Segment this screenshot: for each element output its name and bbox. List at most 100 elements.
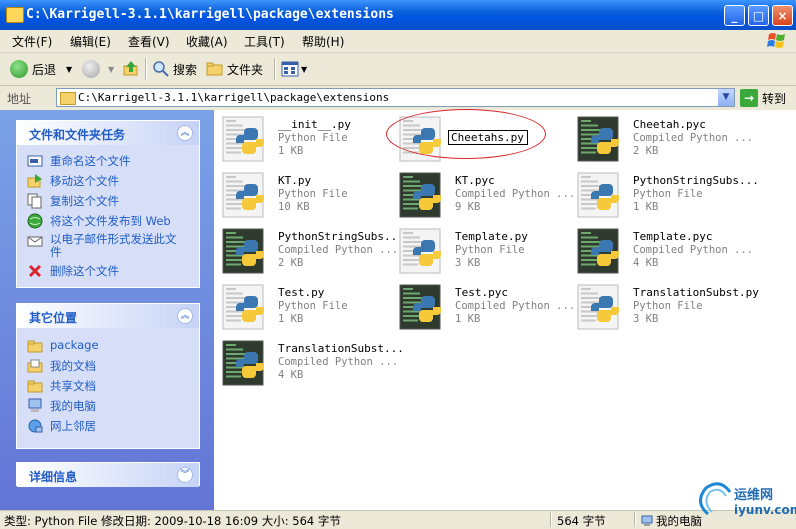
compiled-python-file-icon xyxy=(399,172,441,218)
views-icon xyxy=(281,61,299,77)
place-my-documents[interactable]: 我的文档 xyxy=(27,358,96,374)
task-pane: 文件和文件夹任务 ︽ 重命名这个文件 移动这个文件 复制这个文件 将这个文件发布… xyxy=(0,110,214,510)
go-button[interactable]: → 转到 xyxy=(740,89,786,107)
forward-button[interactable]: ▼ xyxy=(82,59,114,79)
minimize-button[interactable]: _ xyxy=(724,5,745,26)
menu-file[interactable]: 文件(F) xyxy=(12,33,52,50)
search-icon xyxy=(153,61,169,77)
views-dropdown-icon: ▼ xyxy=(301,64,308,74)
file-tasks-header[interactable]: 文件和文件夹任务 ︽ xyxy=(17,121,199,145)
task-move[interactable]: 移动这个文件 xyxy=(27,173,119,189)
file-item[interactable]: Test.py Python File 1 KB xyxy=(222,284,400,334)
file-item[interactable]: PythonStringSubs... Python File 1 KB xyxy=(577,172,759,222)
file-size: 4 KB xyxy=(633,257,659,269)
back-label: 后退 xyxy=(32,62,57,77)
file-item[interactable]: TranslationSubst... Compiled Python ... 4 … xyxy=(222,340,404,390)
file-size: 1 KB xyxy=(278,313,304,325)
watermark-url: iyunv.com xyxy=(734,503,796,517)
compiled-python-file-icon xyxy=(222,340,264,386)
file-type: Compiled Python ... xyxy=(278,356,399,368)
search-label: 搜索 xyxy=(173,62,198,77)
file-type: Python File xyxy=(455,244,525,256)
title-bar[interactable]: C:\Karrigell-3.1.1\karrigell\package\ext… xyxy=(0,0,796,30)
go-arrow-icon: → xyxy=(740,89,758,107)
file-size: 9 KB xyxy=(455,201,481,213)
folder-icon xyxy=(27,340,43,353)
search-button[interactable]: 搜索 xyxy=(152,59,197,79)
address-label: 地址 xyxy=(7,92,32,106)
back-button[interactable]: 后退 ▼ xyxy=(10,59,72,79)
folders-button[interactable]: 文件夹 xyxy=(206,59,263,79)
menu-tools[interactable]: 工具(T) xyxy=(244,33,285,50)
task-delete[interactable]: 删除这个文件 xyxy=(27,263,119,279)
maximize-button[interactable]: □ xyxy=(748,5,769,26)
file-name: Test.pyc xyxy=(455,286,508,299)
collapse-icon[interactable]: ︽ xyxy=(177,308,193,324)
up-folder-button[interactable] xyxy=(122,59,140,79)
place-network[interactable]: 网上邻居 xyxy=(27,418,96,434)
address-dropdown-icon[interactable]: ▼ xyxy=(718,89,734,106)
other-places-header[interactable]: 其它位置 ︽ xyxy=(17,304,199,328)
toolbar: 后退 ▼ ▼ 搜索 文件夹 ▼ xyxy=(0,53,796,86)
python-file-icon xyxy=(222,172,264,218)
menu-edit[interactable]: 编辑(E) xyxy=(70,33,111,50)
folders-label: 文件夹 xyxy=(227,62,264,77)
file-name: TranslationSubst.py xyxy=(633,286,759,299)
file-item[interactable]: __init__.py Python File 1 KB xyxy=(222,116,400,166)
file-item[interactable]: KT.pyc Compiled Python ... 9 KB xyxy=(399,172,577,222)
file-list[interactable]: __init__.pyPython File1 KB Cheetahs.py Che… xyxy=(214,110,796,510)
close-button[interactable]: × xyxy=(772,5,793,26)
task-copy[interactable]: 复制这个文件 xyxy=(27,193,119,209)
collapse-icon[interactable]: ︽ xyxy=(177,125,193,141)
file-type: Compiled Python ... xyxy=(278,244,399,256)
delete-icon xyxy=(28,264,42,278)
file-item[interactable]: Template.pyc Compiled Python ... 4 KB xyxy=(577,228,755,278)
file-name: TranslationSubst... xyxy=(278,342,404,355)
copy-icon xyxy=(27,193,42,209)
task-rename[interactable]: 重命名这个文件 xyxy=(27,153,131,169)
status-info: 类型: Python File 修改日期: 2009-10-18 16:09 大… xyxy=(4,514,341,528)
rename-input[interactable]: Cheetahs.py xyxy=(448,130,528,145)
file-type: Python File xyxy=(278,300,348,312)
menu-help[interactable]: 帮助(H) xyxy=(302,33,344,50)
rename-icon xyxy=(27,155,43,167)
task-label: 将这个文件发布到 Web xyxy=(50,214,171,228)
file-item[interactable]: Test.pyc Compiled Python ... 1 KB xyxy=(399,284,577,334)
publish-web-icon xyxy=(27,213,43,229)
views-button[interactable]: ▼ xyxy=(281,59,307,79)
my-computer-icon xyxy=(641,515,653,526)
task-label: 删除这个文件 xyxy=(50,264,119,278)
file-type: Python File xyxy=(633,188,703,200)
file-item[interactable]: Template.py Python File 3 KB xyxy=(399,228,577,278)
email-icon xyxy=(27,236,43,247)
python-file-icon xyxy=(577,172,619,218)
place-package[interactable]: package xyxy=(27,338,99,354)
details-header[interactable]: 详细信息 ︾ xyxy=(17,463,199,487)
file-item[interactable]: TranslationSubst.py Python File 3 KB xyxy=(577,284,759,334)
file-item[interactable]: Cheetah.pyc Compiled Python ... 2 KB xyxy=(577,116,755,166)
file-item[interactable]: PythonStringSubs... Compiled Python ... 2 … xyxy=(222,228,404,278)
toolbar-separator xyxy=(274,58,276,80)
task-publish-web[interactable]: 将这个文件发布到 Web xyxy=(27,213,171,229)
file-name: Template.py xyxy=(455,230,528,243)
up-folder-icon xyxy=(123,61,138,76)
menu-favorites[interactable]: 收藏(A) xyxy=(186,33,228,50)
file-name: Cheetah.pyc xyxy=(633,118,706,131)
my-computer-icon xyxy=(28,398,42,412)
file-type: Compiled Python ... xyxy=(455,300,576,312)
place-my-computer[interactable]: 我的电脑 xyxy=(27,398,96,414)
expand-icon[interactable]: ︾ xyxy=(177,467,193,483)
task-label: 移动这个文件 xyxy=(50,174,119,188)
forward-dropdown-icon[interactable]: ▼ xyxy=(108,65,114,74)
file-size: 1 KB xyxy=(455,313,481,325)
task-email[interactable]: 以电子邮件形式发送此文件 xyxy=(27,233,187,259)
address-input[interactable]: C:\Karrigell-3.1.1\karrigell\package\ext… xyxy=(56,88,735,107)
menu-view[interactable]: 查看(V) xyxy=(128,33,170,50)
back-dropdown-icon[interactable]: ▼ xyxy=(66,65,72,74)
file-type: Compiled Python ... xyxy=(633,244,754,256)
back-arrow-icon xyxy=(10,60,28,78)
file-item[interactable]: KT.py Python File 10 KB xyxy=(222,172,400,222)
place-shared-documents[interactable]: 共享文档 xyxy=(27,378,96,394)
watermark-brand: 运维网 xyxy=(734,488,774,503)
toolbar-separator xyxy=(145,58,147,80)
